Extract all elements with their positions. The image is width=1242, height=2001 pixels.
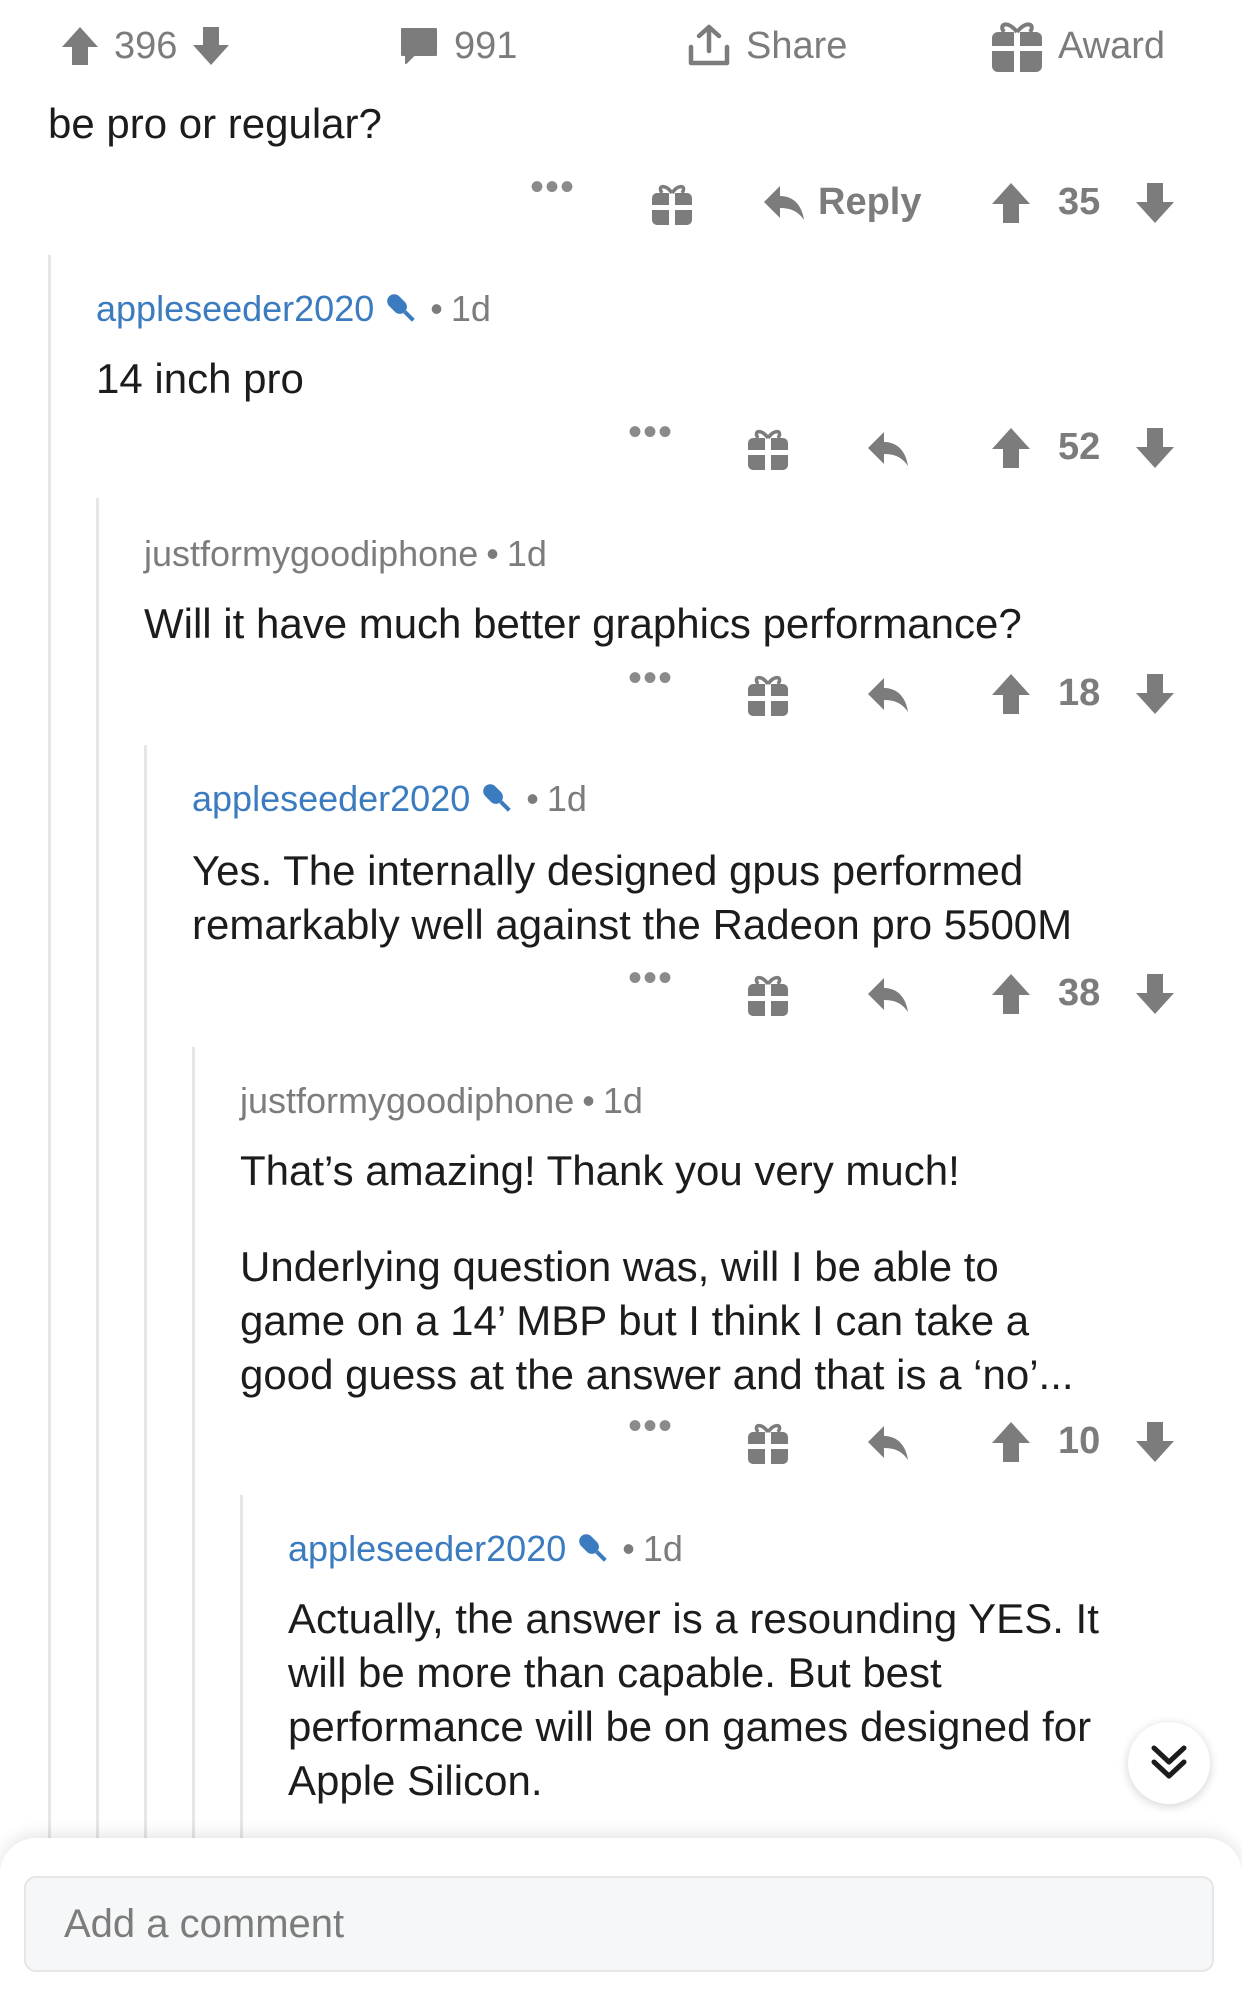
share-label: Share [746,24,848,67]
gift-icon[interactable] [746,972,790,1018]
award-button[interactable]: Award [990,18,1165,74]
comment-bubble-icon [401,28,437,64]
author-link[interactable]: justformygoodiphone [240,1080,574,1122]
comment-text: That’s amazing! Thank you very much! Und… [240,1144,1074,1402]
share-icon [688,24,730,66]
comment-header: appleseeder2020 • 1d [192,778,587,820]
comments-button[interactable]: 991 [398,18,517,74]
comment-score: 18 [1058,672,1101,714]
parent-comment-text: be pro or regular? [48,100,382,147]
comment-age: 1d [642,1528,683,1569]
comment-actions: ••• 10 [0,1404,1242,1474]
comment-actions: ••• 38 [0,956,1242,1026]
separator-dot: • [526,778,539,819]
comment-text-line: good guess at the answer and that is a ‘… [240,1351,1074,1398]
more-options-icon[interactable]: ••• [628,410,673,455]
separator-dot: • [582,1080,595,1121]
author-link[interactable]: appleseeder2020 [192,778,470,820]
comment-text-line: That’s amazing! Thank you very much! [240,1147,960,1194]
comment-age: 1d [602,1080,643,1121]
award-label: Award [1058,24,1166,67]
mic-icon [387,294,415,322]
gift-icon[interactable] [746,672,790,718]
downvote-icon[interactable] [1134,426,1176,470]
downvote-icon[interactable] [1134,672,1176,716]
more-options-icon[interactable]: ••• [530,165,575,210]
gift-icon[interactable] [650,181,694,227]
share-button[interactable]: Share [686,18,847,74]
comment-text-line: remarkably well against the Radeon pro 5… [192,901,1073,948]
scroll-next-button[interactable] [1128,1722,1210,1804]
separator-dot: • [430,288,443,329]
comment-age: 1d [506,533,547,574]
gift-icon[interactable] [746,1420,790,1466]
upvote-icon[interactable] [60,25,100,67]
comment-text-line: Apple Silicon. [288,1757,543,1804]
author-link[interactable]: justformygoodiphone [144,533,478,575]
comment-text: Actually, the answer is a resounding YES… [288,1592,1099,1808]
comment-composer [0,1838,1242,2001]
author-link[interactable]: appleseeder2020 [288,1528,566,1570]
comment-score: 38 [1058,972,1101,1014]
reply-icon[interactable] [866,430,910,468]
mic-icon [579,1534,607,1562]
downvote-icon[interactable] [1134,1420,1176,1464]
more-options-icon[interactable]: ••• [628,1404,673,1449]
more-options-icon[interactable]: ••• [628,956,673,1001]
comment-score: 35 [1058,181,1101,223]
post-vote-group: 396 [60,18,231,74]
comment-text-line: Actually, the answer is a resounding YES… [288,1595,1099,1642]
thread-line[interactable] [48,255,51,1855]
comment-header: justformygoodiphone • 1d [240,1080,643,1122]
comment-text: Yes. The internally designed gpus perfor… [192,844,1072,952]
separator-dot: • [486,533,499,574]
comment-header: justformygoodiphone • 1d [144,533,547,575]
reply-button[interactable]: Reply [762,181,921,224]
comment-text-line: game on a 14’ MBP but I think I can take… [240,1297,1030,1344]
comment-age: 1d [546,778,587,819]
thread-line[interactable] [240,1495,243,1855]
more-options-icon[interactable]: ••• [628,656,673,701]
upvote-icon[interactable] [990,972,1032,1016]
comment-actions: ••• 18 [0,656,1242,726]
reply-label: Reply [818,181,922,223]
comment-score: 10 [1058,1420,1101,1462]
gift-icon[interactable] [746,426,790,472]
downvote-icon[interactable] [191,25,231,67]
downvote-icon[interactable] [1134,972,1176,1016]
comment-count: 991 [454,24,518,67]
reply-icon [764,185,804,220]
comment-text: Will it have much better graphics perfor… [144,600,1022,647]
comment-header: appleseeder2020 • 1d [96,288,491,330]
downvote-icon[interactable] [1134,181,1176,225]
upvote-icon[interactable] [990,181,1032,225]
comment-text-line: Yes. The internally designed gpus perfor… [192,847,1024,894]
comment-text: 14 inch pro [96,355,304,402]
comment-score: 52 [1058,426,1101,468]
separator-dot: • [622,1528,635,1569]
comment-actions: ••• 52 [0,410,1242,480]
comment-age: 1d [450,288,491,329]
reply-icon[interactable] [866,976,910,1014]
reply-icon[interactable] [866,676,910,714]
thread-line[interactable] [144,745,147,1855]
post-action-bar: 396 991 Share Award [0,0,1242,90]
comment-text-line: performance will be on games designed fo… [288,1703,1092,1750]
mic-icon [483,784,511,812]
author-link[interactable]: appleseeder2020 [96,288,374,330]
upvote-icon[interactable] [990,672,1032,716]
double-chevron-down-icon [1151,1745,1187,1779]
upvote-icon[interactable] [990,1420,1032,1464]
comment-header: appleseeder2020 • 1d [288,1528,683,1570]
parent-comment-actions: ••• Reply 35 [0,165,1242,235]
add-comment-input[interactable] [24,1876,1214,1972]
comment-text-line: Underlying question was, will I be able … [240,1243,999,1290]
comment-text-line: will be more than capable. But best [288,1649,942,1696]
reply-icon[interactable] [866,1424,910,1462]
upvote-icon[interactable] [990,426,1032,470]
post-score: 396 [114,24,178,67]
gift-icon [992,22,1042,72]
